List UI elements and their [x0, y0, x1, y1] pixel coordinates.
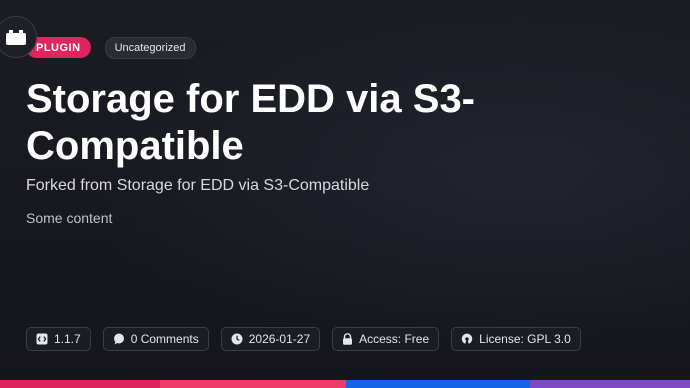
meta-list: 1.1.7 0 Comments 2026-01-27 Access: Free… — [26, 327, 581, 351]
version-label: 1.1.7 — [54, 332, 81, 346]
access-badge: Access: Free — [332, 327, 440, 351]
license-label: License: GPL 3.0 — [479, 332, 571, 346]
comments-label: 0 Comments — [130, 332, 199, 346]
accent-bar — [0, 380, 690, 388]
open-source-icon — [461, 333, 473, 345]
license-badge: License: GPL 3.0 — [451, 327, 581, 351]
date-label: 2026-01-27 — [248, 332, 311, 346]
category-badge[interactable]: Uncategorized — [104, 37, 196, 59]
page-subtitle: Forked from Storage for EDD via S3-Compa… — [26, 177, 370, 194]
tag-list: PLUGIN Uncategorized — [26, 37, 196, 59]
clock-icon — [231, 333, 243, 345]
access-label: Access: Free — [359, 332, 430, 346]
comment-icon — [113, 333, 125, 345]
accent-bar-segment — [0, 380, 160, 388]
date-badge: 2026-01-27 — [220, 327, 321, 351]
plugin-hero: PLUGIN Uncategorized Storage for EDD via… — [0, 0, 690, 388]
comments-link[interactable]: 0 Comments — [102, 327, 209, 351]
code-icon — [36, 333, 48, 345]
page-content: Some content — [26, 210, 113, 226]
page-title: Storage for EDD via S3-Compatible — [26, 77, 476, 168]
accent-bar-segment — [530, 380, 690, 388]
lock-icon — [342, 333, 353, 345]
accent-bar-segment — [346, 380, 530, 388]
version-badge: 1.1.7 — [26, 327, 91, 351]
accent-bar-segment — [160, 380, 346, 388]
